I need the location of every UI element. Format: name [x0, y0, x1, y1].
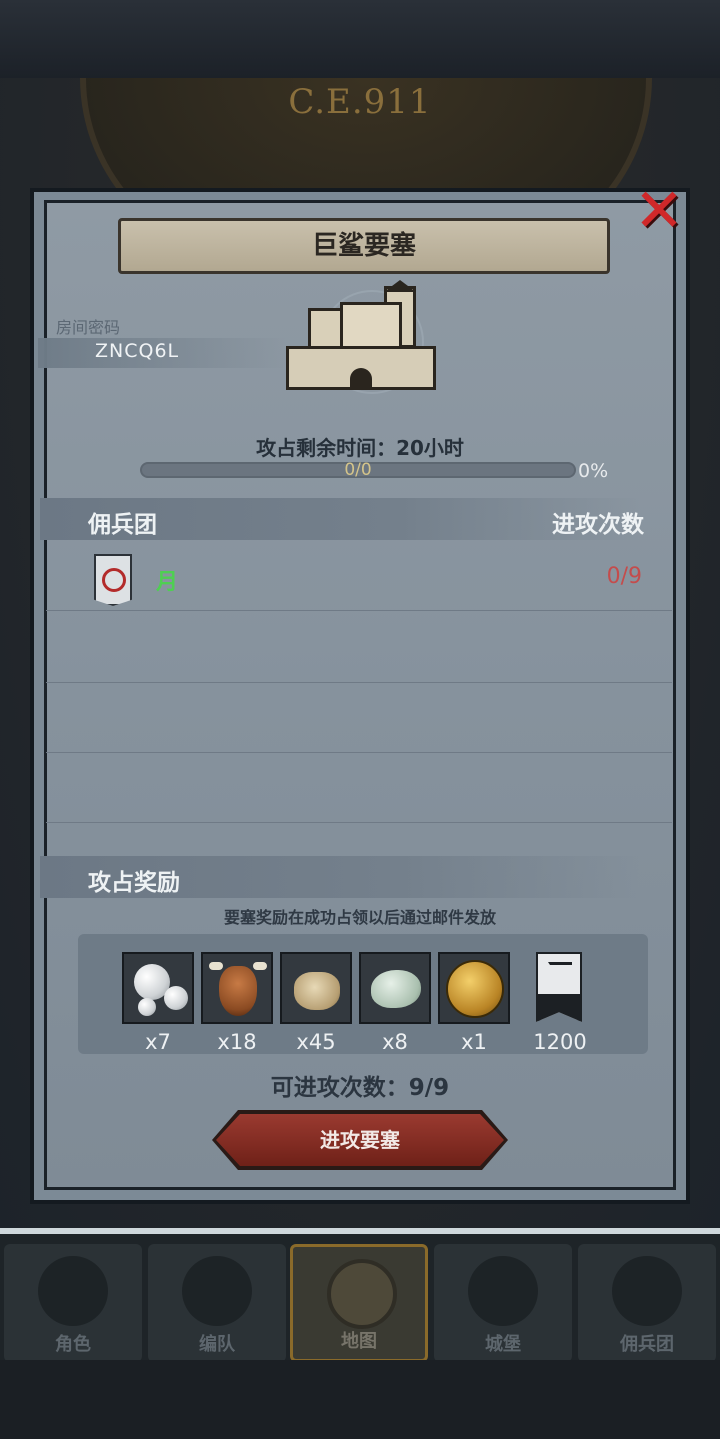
empty-mercenary-row: [46, 682, 672, 753]
room-code-label: 房间密码: [56, 318, 121, 337]
nav-tab-label: 地图: [341, 1331, 377, 1352]
attack-count-column-header: 进攻次数: [552, 512, 644, 538]
nav-tab-formation[interactable]: 编队: [148, 1244, 286, 1362]
reward-quantity: x7: [145, 1030, 171, 1054]
reward-quantity: x8: [382, 1030, 408, 1054]
reward-quantity: x18: [217, 1030, 257, 1054]
banner-icon: [612, 1256, 682, 1326]
reward-section-title: 攻占奖励: [88, 870, 180, 896]
footer-bar: [0, 1360, 720, 1439]
mercenary-attack-count: 0/9: [606, 564, 642, 589]
nav-tab-label: 编队: [199, 1334, 235, 1355]
room-code-value: ZNCQ6L: [95, 340, 180, 362]
nav-tab-map[interactable]: 地图: [290, 1244, 428, 1362]
capture-progress-count: 0/0: [344, 460, 372, 480]
bottom-nav: 角色 编队 地图 城堡 佣兵团: [0, 1228, 720, 1366]
nav-tab-mercenary[interactable]: 佣兵团: [578, 1244, 716, 1362]
capture-time-remaining: 攻占剩余时间：20小时: [256, 436, 464, 460]
mercenary-name: 月: [156, 570, 179, 595]
empty-mercenary-row: [46, 752, 672, 823]
reward-quantity: x1: [461, 1030, 487, 1054]
top-status-bar: [0, 0, 720, 78]
reward-quantity: x45: [296, 1030, 336, 1054]
guild-emblem-icon: [94, 554, 132, 606]
remaining-attempts: 可进攻次数：9/9: [270, 1075, 450, 1101]
close-icon[interactable]: ✕: [630, 181, 688, 241]
castle-icon: [468, 1256, 538, 1326]
helmet-icon: [182, 1256, 252, 1326]
nav-tab-castle[interactable]: 城堡: [434, 1244, 572, 1362]
nav-tab-label: 角色: [55, 1334, 91, 1355]
nav-tab-label: 城堡: [485, 1334, 521, 1355]
jade-stone-icon[interactable]: [359, 952, 431, 1024]
compass-icon: [327, 1259, 397, 1329]
era-label: C.E.911: [288, 82, 432, 122]
capture-progress-percent: 0%: [578, 460, 609, 482]
mercenary-row[interactable]: 月 0/9: [46, 548, 672, 611]
knight-icon: [38, 1256, 108, 1326]
empty-mercenary-row: [46, 612, 672, 683]
fortress-icon: [280, 280, 442, 398]
dialog-title: 巨鲨要塞: [311, 231, 416, 261]
nav-tab-character[interactable]: 角色: [4, 1244, 142, 1362]
reward-note: 要塞奖励在成功占领以后通过邮件发放: [223, 908, 496, 927]
reward-quantity: 1200: [533, 1030, 587, 1054]
grain-sack-icon[interactable]: [280, 952, 352, 1024]
mercenary-column-header: 佣兵团: [88, 512, 157, 538]
nav-tab-label: 佣兵团: [620, 1334, 674, 1355]
pearl-icon[interactable]: [122, 952, 194, 1024]
justice-banner-icon[interactable]: [536, 952, 582, 1022]
ox-icon[interactable]: [201, 952, 273, 1024]
attack-fortress-label[interactable]: 进攻要塞: [216, 1114, 504, 1166]
gold-medal-icon[interactable]: [438, 952, 510, 1024]
